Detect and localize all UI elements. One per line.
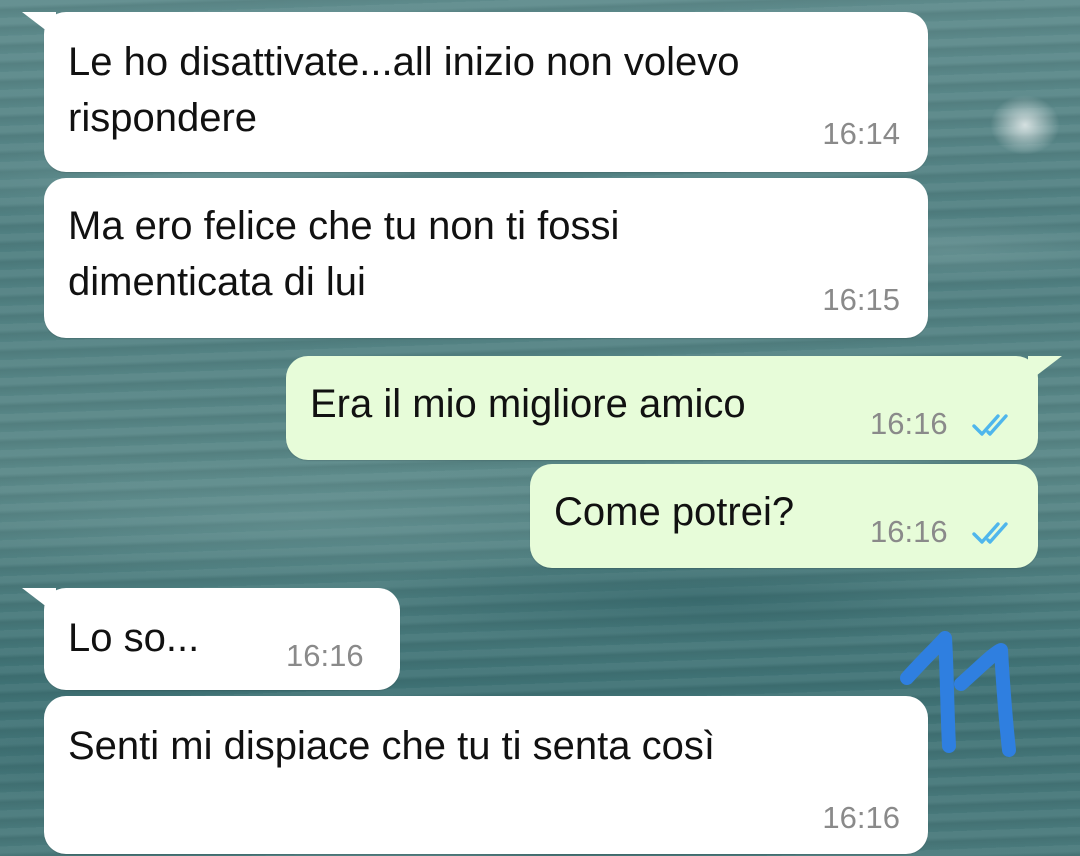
message-text: Senti mi dispiace che tu ti senta così — [68, 724, 715, 768]
wallpaper-foam — [990, 95, 1060, 155]
message-bubble-outgoing[interactable]: Era il mio migliore amico 16:16 — [286, 356, 1062, 460]
double-check-icon — [972, 522, 1008, 544]
message-text: Come potrei? — [554, 490, 795, 534]
message-bubble-incoming[interactable]: Senti mi dispiace che tu ti senta così 1… — [44, 696, 928, 854]
message-time: 16:15 — [822, 282, 900, 317]
message-time: 16:14 — [822, 116, 900, 151]
message-time: 16:16 — [286, 638, 364, 673]
message-time: 16:16 — [870, 514, 948, 549]
message-text-line: rispondere — [68, 96, 258, 140]
handwritten-11-mark-icon — [900, 631, 1016, 757]
message-time: 16:16 — [822, 800, 900, 835]
message-text-line: dimenticata di lui — [68, 260, 366, 304]
message-text: Lo so... — [68, 616, 200, 660]
message-bubble-outgoing[interactable]: Come potrei? 16:16 — [530, 464, 1038, 568]
message-text: Le ho disattivate...all inizio non volev… — [68, 34, 740, 146]
message-text-line: Ma ero felice che tu non ti fossi — [68, 204, 620, 248]
message-time: 16:16 — [870, 406, 948, 441]
message-bubble-incoming[interactable]: Le ho disattivate...all inizio non volev… — [22, 12, 928, 172]
double-check-icon — [972, 414, 1008, 436]
message-bubble-incoming[interactable]: Lo so... 16:16 — [22, 588, 400, 690]
message-text: Era il mio migliore amico — [310, 382, 746, 426]
message-text-line: Le ho disattivate...all inizio non volev… — [68, 40, 740, 84]
message-bubble-incoming[interactable]: Ma ero felice che tu non ti fossi diment… — [44, 178, 928, 338]
message-text: Ma ero felice che tu non ti fossi diment… — [68, 198, 619, 310]
